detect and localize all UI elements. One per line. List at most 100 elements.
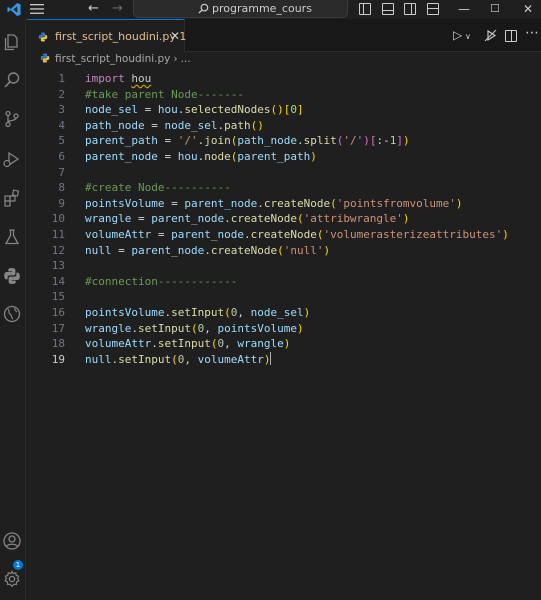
line-code: parent_node = hou.node(parent_path) bbox=[85, 149, 317, 165]
line-code: null = parent_node.createNode('null') bbox=[85, 243, 330, 259]
arrow-left-icon[interactable]: ← bbox=[88, 2, 99, 16]
code-token: #create Node---------- bbox=[85, 181, 231, 195]
code-token: '/' bbox=[177, 134, 198, 148]
line-number: 10 bbox=[51, 212, 65, 226]
toggle-panel-icon[interactable] bbox=[382, 3, 394, 15]
code-line[interactable]: 13 bbox=[27, 258, 541, 274]
line-code: #connection------------ bbox=[85, 274, 237, 290]
line-number: 11 bbox=[51, 228, 65, 241]
more-actions-icon[interactable]: ⋯ bbox=[525, 26, 539, 40]
run-dropdown-chevron-icon[interactable]: ∨ bbox=[465, 30, 471, 44]
vscode-logo-icon bbox=[7, 2, 21, 17]
split-editor-icon[interactable] bbox=[505, 30, 517, 42]
code-token: ] bbox=[396, 134, 403, 148]
code-line[interactable]: 9 pointsVolume = parent_node.createNode('… bbox=[27, 196, 541, 212]
maximize-icon[interactable]: ☐ bbox=[490, 2, 500, 16]
python-icon[interactable] bbox=[2, 266, 22, 286]
code-token: wrangle bbox=[85, 321, 132, 335]
customize-layout-icon[interactable] bbox=[427, 3, 439, 15]
code-editor[interactable]: 1 import hou 2 #take parent Node------- 3 nod… bbox=[27, 69, 541, 600]
code-token: parent_path bbox=[85, 134, 158, 148]
code-token: ) bbox=[455, 196, 463, 210]
line-code: wrangle.setInput(0, pointsVolume) bbox=[85, 321, 304, 337]
remote-explorer-icon[interactable] bbox=[2, 304, 22, 324]
line-number: 2 bbox=[58, 87, 65, 101]
python-file-icon bbox=[40, 53, 50, 63]
code-token: selectedNodes bbox=[184, 103, 271, 117]
code-token: 'pointsfromvolume' bbox=[336, 196, 456, 210]
line-number: 13 bbox=[51, 259, 65, 273]
testing-icon[interactable] bbox=[2, 227, 22, 247]
code-token: = bbox=[144, 118, 165, 132]
code-line[interactable]: 11 volumeAttr = parent_node.createNode('v… bbox=[27, 227, 541, 243]
extensions-icon[interactable] bbox=[2, 188, 22, 208]
line-code: node_sel = hou.selectedNodes()[0] bbox=[85, 102, 304, 118]
line-number: 1 bbox=[58, 72, 65, 85]
close-window-icon[interactable]: ✕ bbox=[523, 2, 533, 16]
line-code: #create Node---------- bbox=[85, 180, 231, 196]
code-token: ) bbox=[402, 134, 410, 148]
code-line[interactable]: 4 path_node = node_sel.path() bbox=[27, 118, 541, 134]
accounts-icon[interactable] bbox=[2, 531, 22, 551]
code-token: volumeAttr bbox=[197, 352, 264, 366]
line-number: 14 bbox=[51, 274, 65, 288]
code-token: ) bbox=[363, 134, 370, 148]
code-token: ) bbox=[502, 228, 509, 241]
code-line[interactable]: 2 #take parent Node------- bbox=[27, 87, 541, 103]
code-line[interactable]: 17 wrangle.setInput(0, pointsVolume) bbox=[27, 321, 541, 337]
code-line[interactable]: 1 import hou bbox=[27, 71, 541, 87]
code-token: . bbox=[257, 196, 264, 210]
toggle-secondary-sidebar-icon[interactable] bbox=[404, 3, 416, 15]
toggle-primary-sidebar-icon[interactable] bbox=[359, 3, 371, 15]
code-line[interactable]: 18 volumeAttr.setInput(0, wrangle) bbox=[27, 336, 541, 352]
code-token: pointsVolume bbox=[85, 306, 165, 319]
line-number: 16 bbox=[51, 306, 65, 319]
code-line[interactable]: 5 parent_path = '/'.join(path_node.split(… bbox=[27, 133, 541, 149]
line-number: 18 bbox=[51, 337, 65, 351]
close-tab-icon[interactable]: ✕ bbox=[170, 29, 180, 43]
breadcrumb-symbols[interactable]: ... bbox=[181, 53, 191, 65]
run-debug-icon[interactable] bbox=[2, 149, 22, 169]
code-line[interactable]: 10 wrangle = parent_node.createNode('attr… bbox=[27, 211, 541, 227]
code-line[interactable]: 19 null.setInput(0, volumeAttr) bbox=[27, 351, 541, 368]
line-number: 4 bbox=[58, 118, 65, 132]
menu-icon[interactable] bbox=[30, 3, 44, 15]
code-line[interactable]: 7 bbox=[27, 165, 541, 181]
code-token: ( bbox=[224, 306, 231, 319]
code-token: parent_node bbox=[184, 196, 258, 210]
code-line[interactable]: 16 pointsVolume.setInput(0, node_sel) bbox=[27, 305, 541, 321]
code-line[interactable]: 3 node_sel = hou.selectedNodes()[0] bbox=[27, 102, 541, 118]
run-debug-split-icon[interactable] bbox=[484, 29, 497, 42]
code-token: ) bbox=[296, 321, 304, 335]
tab-label: first_script_houdini.py 1 bbox=[55, 30, 187, 43]
code-token: path_node bbox=[237, 134, 297, 148]
code-token: ) bbox=[303, 306, 311, 319]
code-line[interactable]: 8 #create Node---------- bbox=[27, 180, 541, 196]
code-line[interactable]: 6 parent_node = hou.node(parent_path) bbox=[27, 149, 541, 165]
code-token: = bbox=[151, 228, 172, 241]
arrow-right-icon[interactable]: → bbox=[112, 2, 123, 16]
code-token: parent_node bbox=[151, 212, 225, 226]
code-line[interactable]: 15 bbox=[27, 289, 541, 305]
tab-first-script-houdini[interactable]: first_script_houdini.py 1 ✕ bbox=[27, 19, 187, 52]
code-line[interactable]: 12 null = parent_node.createNode('null') bbox=[27, 243, 541, 259]
breadcrumb-file[interactable]: first_script_houdini.py bbox=[55, 53, 170, 65]
minimize-icon[interactable]: — bbox=[458, 2, 470, 16]
code-token: pointsVolume bbox=[85, 196, 165, 210]
code-token: wrangle bbox=[85, 212, 132, 226]
code-token: createNode bbox=[250, 228, 317, 241]
command-center-search[interactable]: programme_cours bbox=[133, 0, 348, 18]
code-token: pointsVolume bbox=[217, 321, 297, 335]
source-control-icon[interactable] bbox=[2, 109, 22, 129]
search-icon[interactable] bbox=[2, 70, 22, 90]
code-token: volumeAttr bbox=[85, 337, 152, 351]
code-token: , bbox=[237, 306, 251, 319]
search-text: programme_cours bbox=[212, 2, 312, 15]
code-line[interactable]: 14 #connection------------ bbox=[27, 274, 541, 290]
explorer-icon[interactable] bbox=[2, 32, 22, 52]
run-python-file-icon[interactable]: ▷ bbox=[453, 28, 462, 42]
code-token: #connection------------ bbox=[85, 274, 238, 288]
gear-icon[interactable] bbox=[2, 569, 22, 589]
python-file-icon bbox=[38, 32, 48, 42]
code-token: parent_node bbox=[171, 228, 244, 241]
